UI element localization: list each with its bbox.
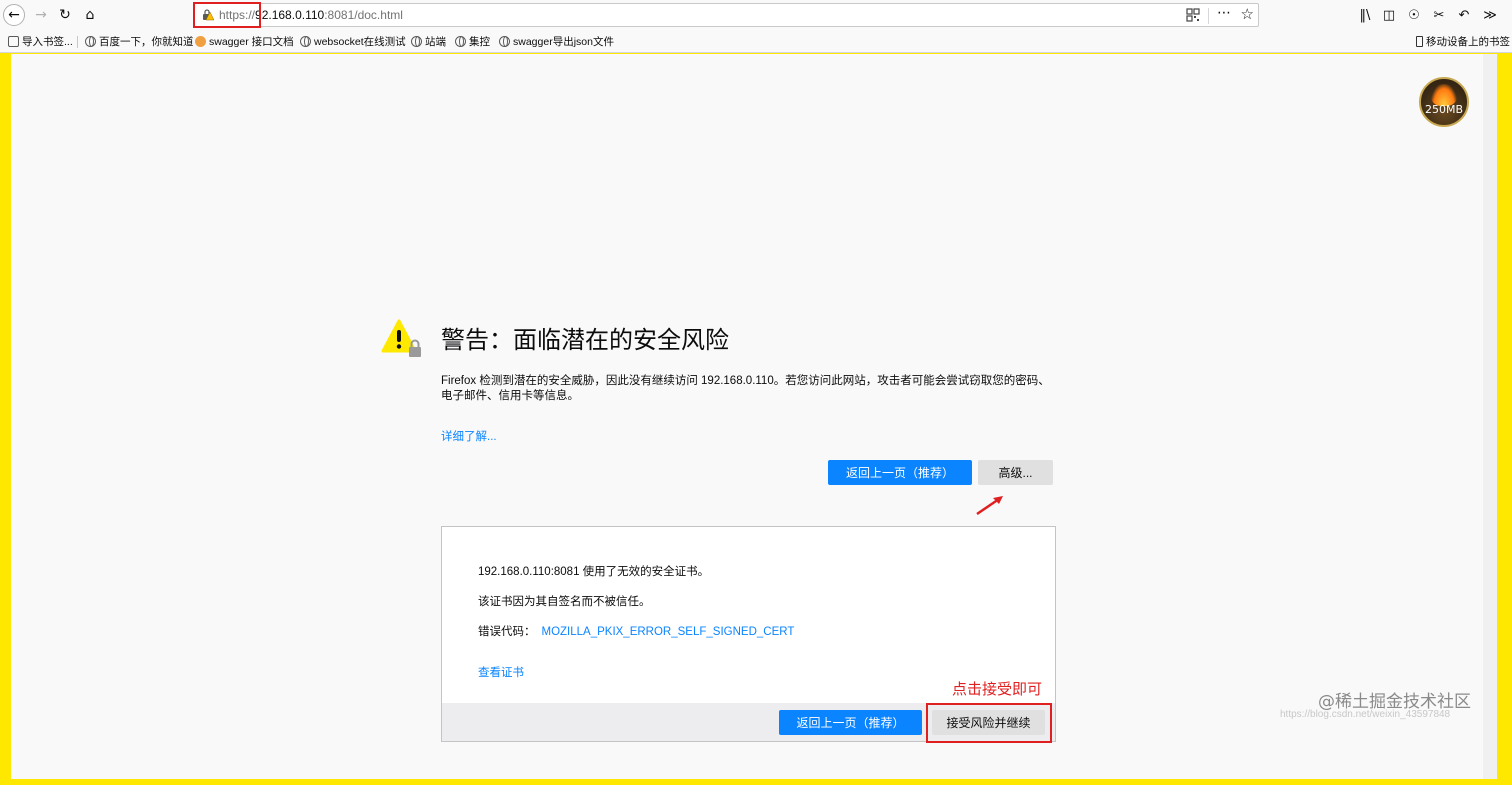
bookmark-item-baidu[interactable]: 百度一下，你就知道 [85,34,194,49]
forward-icon[interactable]: → [30,4,52,26]
bookmark-item-station[interactable]: 站端 [411,34,446,49]
bookmark-item-control[interactable]: 集控 [455,34,490,49]
advanced-footer: 返回上一页（推荐） 接受风险并继续 [442,703,1055,743]
bookmark-label: 导入书签... [22,36,73,48]
cert-invalid-text: 192.168.0.110:8081 使用了无效的安全证书。 [478,566,710,578]
page-title: 警告：面临潜在的安全风险 [441,326,729,354]
scrollbar[interactable] [1483,54,1497,779]
watermark-url: https://blog.csdn.net/weixin_43597848 [1280,709,1451,720]
crop-icon[interactable]: ✂ [1429,5,1449,25]
bookmark-label: 移动设备上的书签 [1426,36,1510,48]
bookmark-item-swagger-export[interactable]: swagger导出json文件 [499,34,614,49]
bookmarks-bar: 导入书签... 百度一下，你就知道 swagger 接口文档 websocket… [0,31,1512,53]
bookmark-mobile[interactable]: 移动设备上的书签 [1416,34,1510,49]
back-icon[interactable]: ← [3,4,25,26]
globe-icon [411,36,422,47]
error-code-link[interactable]: MOZILLA_PKIX_ERROR_SELF_SIGNED_CERT [542,626,795,638]
globe-icon [455,36,466,47]
import-icon [8,36,19,47]
browser-toolbar: ← → ↻ ⌂ https://92.168.0.110:8081/doc.ht… [0,0,1512,31]
account-icon[interactable]: ☉ [1404,5,1424,25]
warning-description: Firefox 检测到潜在的安全威胁，因此没有继续访问 192.168.0.11… [441,375,1050,402]
bookmark-label: websocket在线测试 [314,36,406,48]
url-host: 92.168.0.110 [255,8,325,22]
error-code-row: 错误代码： MOZILLA_PKIX_ERROR_SELF_SIGNED_CERT [478,623,794,639]
url-separator [1208,8,1209,24]
swagger-icon [195,36,206,47]
more-icon[interactable]: ⋯ [1217,5,1232,21]
bookmark-label: swagger导出json文件 [513,36,614,48]
mobile-icon [1416,36,1423,47]
url-protocol-highlight [193,2,261,28]
star-icon[interactable]: ☆ [1241,5,1254,23]
globe-icon [499,36,510,47]
bookmark-import[interactable]: 导入书签... [8,34,73,49]
menu-icon[interactable]: ≫ [1480,5,1500,25]
annotation-text: 点击接受即可 [952,680,1043,698]
bookmark-label: swagger 接口文档 [209,36,294,48]
view-certificate-link[interactable]: 查看证书 [478,664,524,680]
advanced-button[interactable]: 高级... [978,460,1053,485]
sidebar-icon[interactable]: ◫ [1379,5,1399,25]
advanced-panel: 192.168.0.110:8081 使用了无效的安全证书。 该证书因为其自签名… [441,526,1056,743]
bookmark-item-swagger[interactable]: swagger 接口文档 [195,34,294,49]
qr-code-icon[interactable] [1186,8,1200,22]
bookmark-divider [77,36,78,48]
reload-icon[interactable]: ↻ [54,4,76,26]
memory-badge[interactable]: 250MB [1419,77,1469,127]
annotation-arrow-icon [976,496,1003,516]
go-back-button-secondary[interactable]: 返回上一页（推荐） [779,710,922,735]
cert-untrusted-text: 该证书因为其自签名而不被信任。 [478,596,651,608]
url-bar[interactable]: https://92.168.0.110:8081/doc.html ⋯ ☆ [193,2,1259,28]
bookmark-item-websocket[interactable]: websocket在线测试 [300,34,406,49]
globe-icon [300,36,311,47]
warning-icon [381,319,421,357]
library-icon[interactable]: ‖\ [1355,5,1375,25]
bookmark-label: 集控 [469,36,490,48]
bookmark-label: 站端 [425,36,446,48]
accept-highlight-box [926,703,1052,743]
globe-icon [85,36,96,47]
undo-icon[interactable]: ↶ [1454,5,1474,25]
learn-more-link[interactable]: 详细了解... [441,428,497,444]
memory-badge-text: 250MB [1424,103,1464,116]
bookmark-label: 百度一下，你就知道 [99,36,194,48]
home-icon[interactable]: ⌂ [79,4,101,26]
url-path: :8081/doc.html [324,8,403,22]
error-code-label: 错误代码： [478,626,536,638]
go-back-button[interactable]: 返回上一页（推荐） [828,460,972,485]
error-page: 250MB 警告：面临潜在的安全风险 Firefox 检测到潜在的安全威胁，因此… [11,54,1497,779]
